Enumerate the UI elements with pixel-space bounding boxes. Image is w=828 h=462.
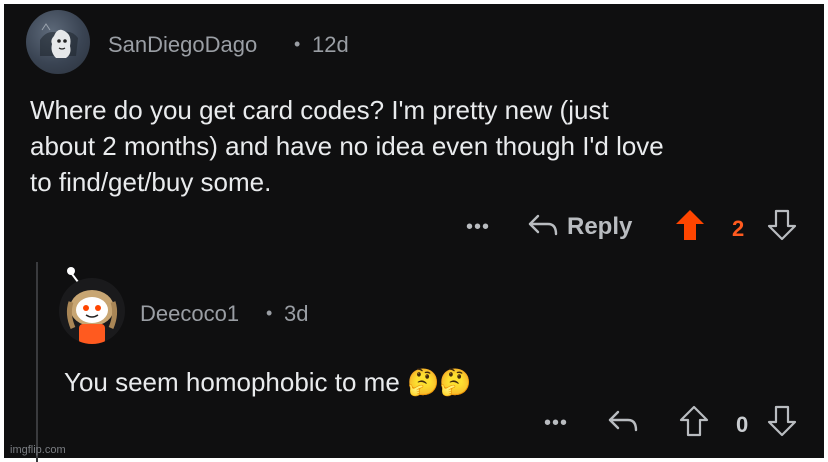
reply-label[interactable]: Reply xyxy=(567,213,632,241)
vote-score: 0 xyxy=(736,412,749,437)
comment-body: You seem homophobic to me 🤔🤔 xyxy=(64,367,472,397)
upvote-arrow-icon xyxy=(676,210,704,240)
comment-age: 12d xyxy=(312,32,349,57)
reply-arrow-icon xyxy=(608,410,638,432)
more-options-button[interactable]: ••• xyxy=(544,412,568,435)
comment-thread: SanDiegoDago • 12d Where do you get card… xyxy=(4,4,824,462)
avatar-ghost-icon xyxy=(40,23,78,58)
snoo-avatar-icon xyxy=(66,290,118,344)
reply-button[interactable] xyxy=(606,406,640,436)
reply-button[interactable] xyxy=(526,210,560,240)
upvote-button[interactable] xyxy=(678,404,710,438)
meta-separator: • xyxy=(294,34,301,54)
upvote-button[interactable] xyxy=(674,208,706,242)
comment-username[interactable]: Deecoco1 xyxy=(140,301,239,327)
downvote-button[interactable] xyxy=(766,404,798,438)
reply-arrow-icon xyxy=(528,214,558,236)
user-avatar[interactable] xyxy=(26,10,90,74)
upvote-arrow-icon xyxy=(679,405,709,437)
user-avatar[interactable] xyxy=(59,278,125,344)
comment-age: 3d xyxy=(284,301,309,326)
more-options-button[interactable]: ••• xyxy=(466,216,490,239)
comment-body: Where do you get card codes? I'm pretty … xyxy=(30,95,664,197)
downvote-button[interactable] xyxy=(766,208,798,242)
meta-separator: • xyxy=(266,303,273,323)
vote-score: 2 xyxy=(732,216,745,241)
downvote-arrow-icon xyxy=(767,405,797,437)
watermark: imgflip.com xyxy=(10,444,66,456)
downvote-arrow-icon xyxy=(767,209,797,241)
comment-username[interactable]: SanDiegoDago xyxy=(108,32,257,58)
thread-line[interactable] xyxy=(36,262,38,462)
